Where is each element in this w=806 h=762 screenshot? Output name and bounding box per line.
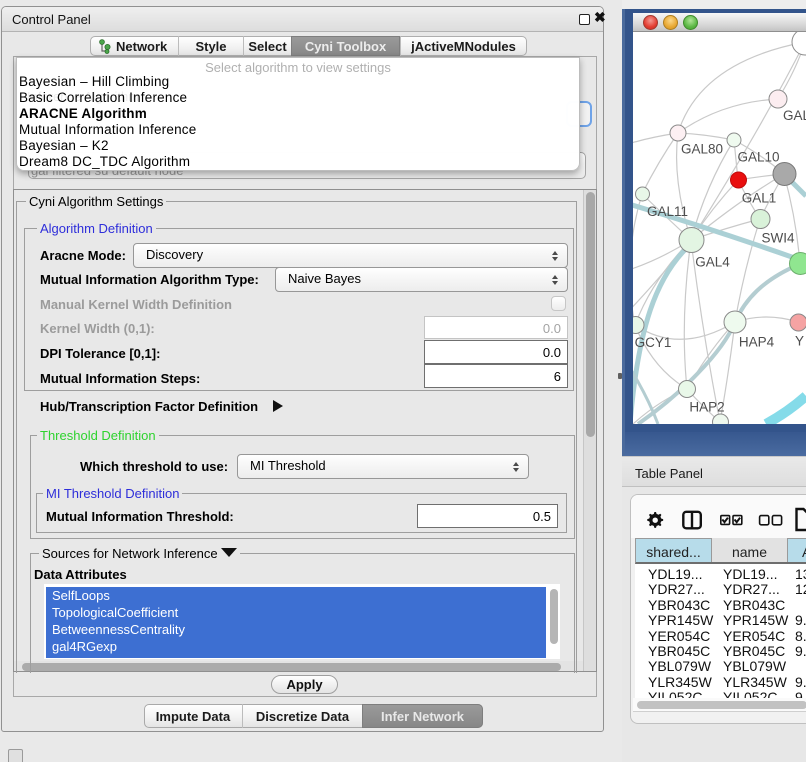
- svg-text:GAL11: GAL11: [647, 204, 688, 219]
- svg-text:GAL4: GAL4: [695, 255, 730, 270]
- svg-text:HAP4: HAP4: [739, 335, 775, 350]
- svg-text:GCY1: GCY1: [635, 335, 672, 350]
- svg-text:GAL1: GAL1: [742, 191, 777, 206]
- svg-text:GAL10: GAL10: [737, 150, 779, 165]
- svg-text:SWI4: SWI4: [761, 231, 794, 246]
- svg-text:HAP2: HAP2: [689, 400, 724, 415]
- svg-text:GAL7: GAL7: [783, 108, 806, 123]
- svg-text:Y: Y: [795, 334, 804, 349]
- svg-text:GAL80: GAL80: [681, 142, 723, 157]
